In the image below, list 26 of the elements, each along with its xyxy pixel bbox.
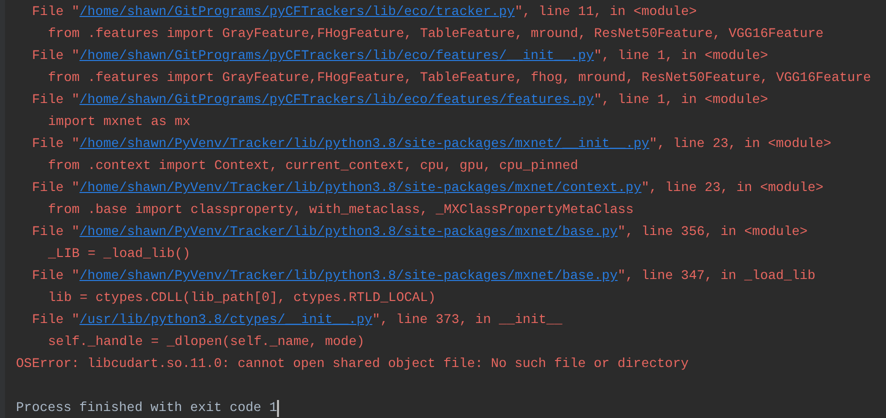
file-path-link[interactable]: /home/shawn/PyVenv/Tracker/lib/python3.8/site-packages/mxnet/base.py — [79, 268, 618, 283]
file-path-link[interactable]: /home/shawn/GitPrograms/pyCFTrackers/lib/eco/tracker.py — [79, 4, 515, 19]
traceback-line: File "/home/shawn/GitPrograms/pyCFTrackers/lib/eco/features/__init__.py", line 1, in <module> — [31, 47, 769, 65]
error-message: OSError: libcudart.so.11.0: cannot open shared object file: No such file or directory — [16, 355, 690, 373]
file-path-link[interactable]: /home/shawn/GitPrograms/pyCFTrackers/lib/eco/features/__init__.py — [79, 48, 594, 63]
code-line: from .base import classproperty, with_metaclass, _MXClassPropertyMetaClass — [47, 201, 635, 219]
traceback-line: File "/home/shawn/PyVenv/Tracker/lib/python3.8/site-packages/mxnet/__init__.py", line 23, in <module> — [31, 135, 832, 153]
file-path-link[interactable]: /home/shawn/PyVenv/Tracker/lib/python3.8/site-packages/mxnet/base.py — [79, 224, 618, 239]
file-path-link[interactable]: /home/shawn/PyVenv/Tracker/lib/python3.8/site-packages/mxnet/__init__.py — [79, 136, 650, 151]
file-path-link[interactable]: /home/shawn/PyVenv/Tracker/lib/python3.8/site-packages/mxnet/context.py — [79, 180, 642, 195]
traceback-line: File "/home/shawn/PyVenv/Tracker/lib/python3.8/site-packages/mxnet/base.py", line 356, in <module> — [31, 223, 809, 241]
traceback-line: File "/home/shawn/GitPrograms/pyCFTrackers/lib/eco/features/features.py", line 1, in <module> — [31, 91, 769, 109]
code-line: import mxnet as mx — [47, 113, 192, 131]
file-path-link[interactable]: /home/shawn/GitPrograms/pyCFTrackers/lib/eco/features/features.py — [79, 92, 594, 107]
code-line: _LIB = _load_lib() — [47, 245, 192, 263]
code-line: from .features import GrayFeature,FHogFeature, TableFeature, mround, ResNet50Feature, VGG16Feature — [47, 25, 825, 43]
code-line: self._handle = _dlopen(self._name, mode) — [47, 333, 366, 351]
code-line: from .context import Context, current_context, cpu, gpu, cpu_pinned — [47, 157, 580, 175]
traceback-line: File "/home/shawn/PyVenv/Tracker/lib/python3.8/site-packages/mxnet/context.py", line 23, in <module> — [31, 179, 824, 197]
traceback-line: File "/home/shawn/GitPrograms/pyCFTrackers/lib/eco/tracker.py", line 11, in <module> — [31, 3, 698, 21]
code-line: from .features import GrayFeature,FHogFeature, TableFeature, fhog, mround, ResNet50Feature, VGG16Feature — [47, 69, 872, 87]
code-line: lib = ctypes.CDLL(lib_path[0], ctypes.RTLD_LOCAL) — [47, 289, 437, 307]
file-path-link[interactable]: /usr/lib/python3.8/ctypes/__init__.py — [79, 312, 372, 327]
process-status-text: Process finished with exit code 1 — [16, 399, 278, 417]
traceback-line: File "/usr/lib/python3.8/ctypes/__init__.py", line 373, in __init__ — [31, 311, 564, 329]
traceback-line: File "/home/shawn/PyVenv/Tracker/lib/python3.8/site-packages/mxnet/base.py", line 347, in _load_lib — [31, 267, 816, 285]
